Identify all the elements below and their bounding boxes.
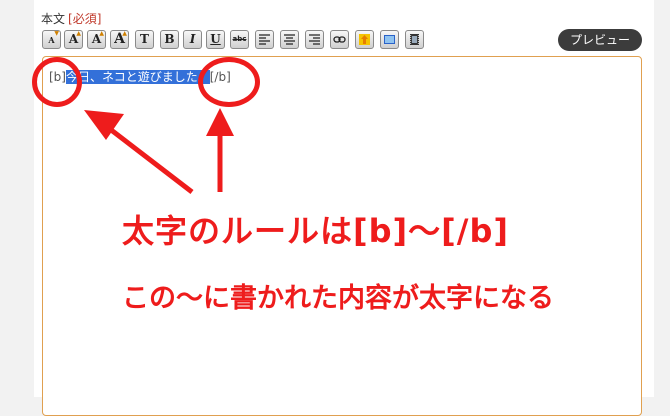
arrow-to-close-tag (206, 108, 234, 192)
annotation-caption-rule: 太字のルールは[b]〜[/b] (122, 212, 510, 250)
annotation-caption-explanation: この〜に書かれた内容が太字になる (122, 283, 554, 314)
arrow-to-open-tag (84, 110, 194, 194)
annotation-arrows (84, 108, 234, 194)
